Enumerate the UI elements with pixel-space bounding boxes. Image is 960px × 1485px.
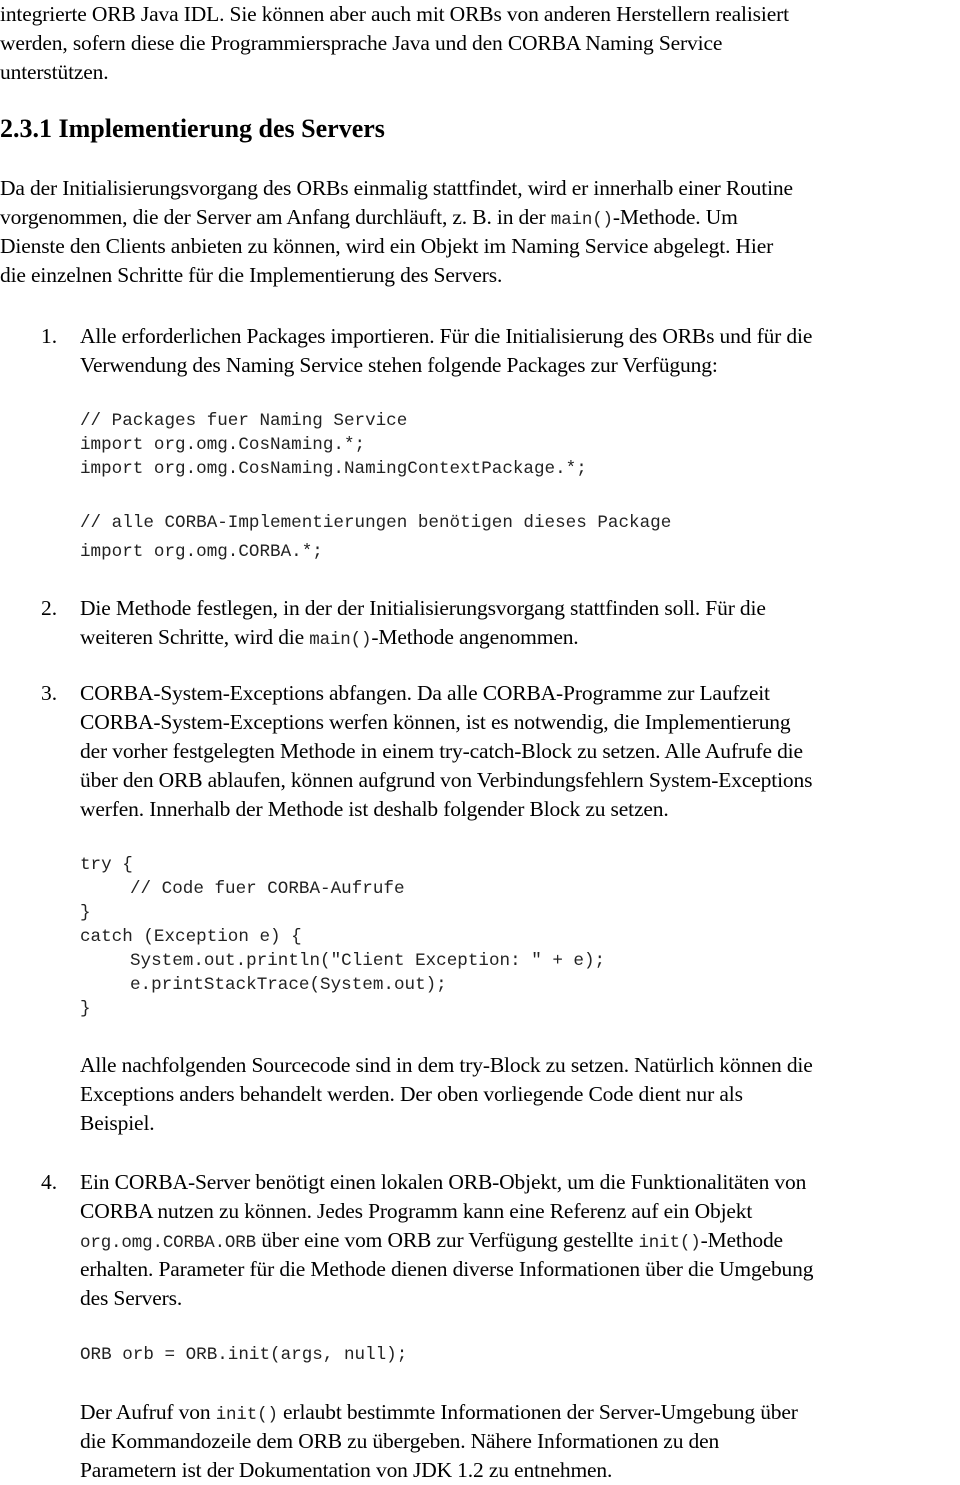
step-number: 2. <box>41 596 58 620</box>
paragraph-line: die einzelnen Schritte für die Implement… <box>0 263 503 287</box>
step-line: erhalten. Parameter für die Methode dien… <box>80 1257 814 1281</box>
step-line: weiteren Schritte, wird die main()-Metho… <box>80 623 579 655</box>
text: Der Aufruf von <box>80 1400 216 1424</box>
step-number: 1. <box>41 324 58 348</box>
step-line: Die Methode festlegen, in der der Initia… <box>80 596 766 620</box>
step-line: werfen. Innerhalb der Methode ist deshal… <box>80 797 669 821</box>
text: vorgenommen, die der Server am Anfang du… <box>0 205 551 229</box>
intro-line: integrierte ORB Java IDL. Sie können abe… <box>0 2 789 26</box>
code-line: catch (Exception e) { <box>80 927 302 947</box>
paragraph-line: Dienste den Clients anbieten zu können, … <box>0 234 774 258</box>
step-line: CORBA-System-Exceptions werfen können, i… <box>80 710 791 734</box>
step-line: des Servers. <box>80 1286 183 1310</box>
inline-code: org.omg.CORBA.ORB <box>80 1233 256 1253</box>
code-line: } <box>80 903 91 923</box>
step-line: Exceptions anders behandelt werden. Der … <box>80 1082 743 1106</box>
text: -Methode. Um <box>612 205 738 229</box>
paragraph-line: Da der Initialisierungsvorgang des ORBs … <box>0 176 793 200</box>
code-line: // Packages fuer Naming Service <box>80 411 408 431</box>
text: -Methode <box>700 1228 784 1252</box>
inline-code: main() <box>309 630 372 650</box>
text: über eine vom ORB zur Verfügung gestellt… <box>255 1228 639 1252</box>
step-line: Beispiel. <box>80 1111 155 1135</box>
inline-code: init() <box>215 1405 278 1425</box>
text: erlaubt bestimmte Informationen der Serv… <box>277 1400 798 1424</box>
step-line: Ein CORBA-Server benötigt einen lokalen … <box>80 1170 807 1194</box>
step-line: Verwendung des Naming Service stehen fol… <box>80 353 718 377</box>
step-line: CORBA nutzen zu können. Jedes Programm k… <box>80 1199 753 1223</box>
step-number: 3. <box>41 681 58 705</box>
inline-code: main() <box>550 210 613 230</box>
code-line: ORB orb = ORB.init(args, null); <box>80 1345 408 1365</box>
code-line: try { <box>80 855 133 875</box>
text: weiteren Schritte, wird die <box>80 625 310 649</box>
code-line: // Code fuer CORBA-Aufrufe <box>130 879 405 899</box>
step-line: Alle erforderlichen Packages importieren… <box>80 324 813 348</box>
intro-line: unterstützen. <box>0 60 109 84</box>
section-heading: 2.3.1 Implementierung des Servers <box>0 114 385 143</box>
code-line: import org.omg.CosNaming.NamingContextPa… <box>80 459 587 479</box>
inline-code: init() <box>638 1233 701 1253</box>
code-line: e.printStackTrace(System.out); <box>130 975 447 995</box>
step-line: Alle nachfolgenden Sourcecode sind in de… <box>80 1053 813 1077</box>
step-number: 4. <box>41 1170 58 1194</box>
code-line: System.out.println("Client Exception: " … <box>130 951 606 971</box>
step-line: über den ORB ablaufen, können aufgrund v… <box>80 768 813 792</box>
code-line: // alle CORBA-Implementierungen benötige… <box>80 513 672 533</box>
text: -Methode angenommen. <box>371 625 579 649</box>
intro-line: werden, sofern diese die Programmierspra… <box>0 31 723 55</box>
paragraph-line: vorgenommen, die der Server am Anfang du… <box>0 203 738 235</box>
step-line: Der Aufruf von init() erlaubt bestimmte … <box>80 1398 798 1430</box>
code-line: import org.omg.CORBA.*; <box>80 542 323 562</box>
step-line: Parametern ist der Dokumentation von JDK… <box>80 1458 613 1482</box>
step-line: CORBA-System-Exceptions abfangen. Da all… <box>80 681 770 705</box>
step-line: die Kommandozeile dem ORB zu übergeben. … <box>80 1429 720 1453</box>
code-line: } <box>80 999 91 1019</box>
step-line: org.omg.CORBA.ORB über eine vom ORB zur … <box>80 1226 783 1258</box>
step-line: der vorher festgelegten Methode in einem… <box>80 739 803 763</box>
code-line: import org.omg.CosNaming.*; <box>80 435 366 455</box>
